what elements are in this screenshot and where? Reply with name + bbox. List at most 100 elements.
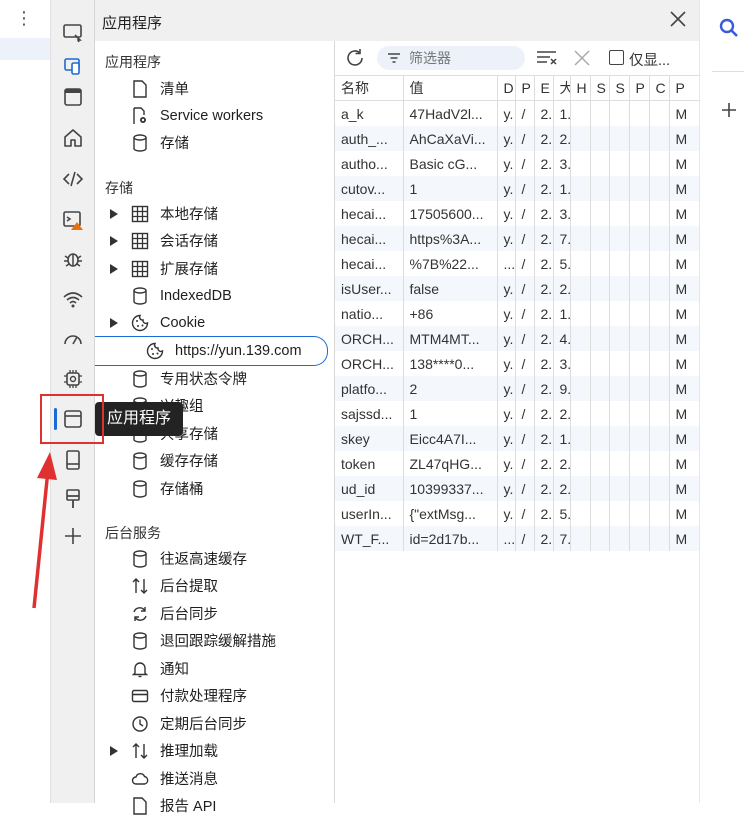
table-cell	[629, 476, 650, 501]
column-header[interactable]: D	[497, 76, 516, 101]
table-row[interactable]: sajssd...1y./2.2.M	[335, 401, 699, 426]
wifi-network-icon[interactable]	[51, 280, 94, 318]
table-row[interactable]: WT_F...id=2d17b....../2.7. M	[335, 526, 699, 551]
elements-code-icon[interactable]	[51, 160, 94, 198]
cookie-toolbar: 仅显...	[335, 41, 699, 76]
column-header[interactable]: 名称	[335, 76, 404, 101]
tree-item-notifications[interactable]: 通知	[95, 655, 334, 682]
table-cell	[590, 301, 610, 326]
column-header[interactable]: P	[629, 76, 650, 101]
table-cell: ...	[497, 251, 516, 276]
expand-triangle-icon[interactable]	[109, 235, 119, 246]
bug-icon[interactable]	[51, 240, 94, 278]
table-row[interactable]: isUser...falsey./2.2.M	[335, 276, 699, 301]
tree-item-payment-handler[interactable]: 付款处理程序	[95, 682, 334, 709]
only-show-checkbox[interactable]	[609, 50, 624, 65]
table-cell: M	[669, 151, 699, 176]
tree-item-periodic-sync[interactable]: 定期后台同步	[95, 710, 334, 737]
table-row[interactable]: ORCH...MTM4MT...y./2.4. M	[335, 326, 699, 351]
table-cell	[649, 151, 670, 176]
table-cell: 2.	[534, 376, 554, 401]
table-cell	[649, 451, 670, 476]
tree-item-reporting-api[interactable]: 报告 API	[95, 792, 334, 819]
tree-item-cookie-domain[interactable]: https://yun.139.com	[95, 337, 334, 364]
filter-box[interactable]	[377, 46, 525, 70]
delete-selected-icon[interactable]	[573, 49, 591, 67]
console-warning-icon[interactable]	[51, 201, 94, 239]
column-header[interactable]: H	[570, 76, 591, 101]
tree-item-extension-storage[interactable]: 扩展存储	[95, 255, 334, 282]
tree-item-session-storage[interactable]: 会话存储	[95, 227, 334, 254]
table-row[interactable]: hecai...17505600...y./2.3. M	[335, 201, 699, 226]
tree-item-private-state-tokens[interactable]: 专用状态令牌	[95, 365, 334, 392]
cookie-value-cell: 2	[403, 376, 498, 401]
table-row[interactable]: cutov...1y./2.1. M	[335, 176, 699, 201]
tree-item-cookie[interactable]: Cookie	[95, 309, 334, 336]
column-header[interactable]: P	[669, 76, 699, 101]
table-cell: 2.	[534, 451, 554, 476]
tree-item-storage[interactable]: 存储	[95, 129, 334, 156]
expand-triangle-icon[interactable]	[109, 263, 119, 274]
home-icon[interactable]	[51, 119, 94, 157]
table-row[interactable]: ud_id10399337...y./2.2.M	[335, 476, 699, 501]
search-icon[interactable]	[718, 17, 740, 39]
column-header[interactable]: E	[534, 76, 554, 101]
tree-item-storage-buckets[interactable]: 存储桶	[95, 475, 334, 502]
table-row[interactable]: userIn...{"extMsg...y./2.5. M	[335, 501, 699, 526]
tree-item-background-fetch[interactable]: 后台提取	[95, 572, 334, 599]
tree-item-background-sync[interactable]: 后台同步	[95, 600, 334, 627]
tree-item-manifest[interactable]: 清单	[95, 75, 334, 102]
table-cell: /	[515, 126, 535, 151]
tree-item-bounce-tracking[interactable]: 退回跟踪缓解措施	[95, 627, 334, 654]
expand-triangle-icon[interactable]	[109, 745, 119, 756]
table-row[interactable]: skeyEicc4A7I...y./2.1. M	[335, 426, 699, 451]
tree-item-speculative-loads[interactable]: 推理加载	[95, 737, 334, 764]
close-icon[interactable]	[667, 8, 689, 30]
memory-chip-icon[interactable]	[51, 360, 94, 398]
table-cell	[609, 426, 630, 451]
filter-input[interactable]	[409, 48, 519, 68]
table-cell	[629, 126, 650, 151]
table-header-row: 名称 值 D P E 大 H S S P C P	[335, 76, 699, 101]
column-header[interactable]: 大	[553, 76, 571, 101]
table-row[interactable]: a_k47HadV2l...y./2.1. M	[335, 100, 699, 126]
table-cell	[649, 526, 670, 551]
table-row[interactable]: tokenZL47qHG...y./2.2.M	[335, 451, 699, 476]
performance-gauge-icon[interactable]	[51, 320, 94, 358]
table-row[interactable]: platfo...2y./2.9. M	[335, 376, 699, 401]
tree-item-indexeddb[interactable]: IndexedDB	[95, 282, 334, 309]
more-menu-icon[interactable]: ⋮	[15, 8, 33, 29]
tree-item-local-storage[interactable]: 本地存储	[95, 200, 334, 227]
table-cell	[629, 526, 650, 551]
table-row[interactable]: hecai...https%3A...y./2.7. M	[335, 226, 699, 251]
database-icon	[133, 549, 147, 568]
database-icon	[133, 369, 147, 388]
tree-item-bfcache[interactable]: 往返高速缓存	[95, 545, 334, 572]
table-row[interactable]: hecai...%7B%22....../2.5. M	[335, 251, 699, 276]
expand-triangle-icon[interactable]	[109, 317, 119, 328]
table-row[interactable]: natio...+86y./2.1. M	[335, 301, 699, 326]
table-cell	[609, 401, 630, 426]
cookie-name-cell: autho...	[335, 151, 404, 176]
table-row[interactable]: ORCH...138****0...y./2.3. M	[335, 351, 699, 376]
column-header[interactable]: C	[649, 76, 670, 101]
cookie-name-cell: hecai...	[335, 226, 404, 251]
cookie-name-cell: platfo...	[335, 376, 404, 401]
tree-item-cache-storage[interactable]: 缓存存储	[95, 447, 334, 474]
refresh-icon[interactable]	[344, 47, 366, 69]
table-row[interactable]: auth_...AhCaXaVi...y./2.2.M	[335, 126, 699, 151]
tree-item-service-workers[interactable]: Service workers	[95, 102, 334, 129]
table-cell: y.	[497, 326, 516, 351]
tree-item-push-messaging[interactable]: 推送消息	[95, 765, 334, 792]
table-cell	[629, 251, 650, 276]
clear-all-icon[interactable]	[536, 48, 558, 68]
column-header[interactable]: S	[590, 76, 610, 101]
table-row[interactable]: autho...Basic cG...y./2.3. M	[335, 151, 699, 176]
column-header[interactable]: P	[515, 76, 535, 101]
column-header[interactable]: S	[609, 76, 630, 101]
expand-triangle-icon[interactable]	[109, 208, 119, 219]
column-header[interactable]: 值	[403, 76, 498, 101]
add-icon[interactable]	[720, 101, 738, 119]
table-cell: /	[515, 526, 535, 551]
window-icon[interactable]	[51, 78, 94, 116]
